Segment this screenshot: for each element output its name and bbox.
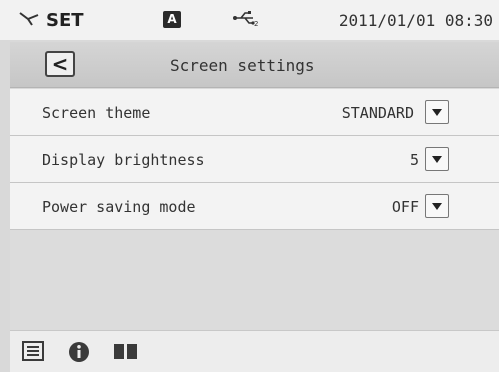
title-bar: < Screen settings	[10, 42, 499, 88]
bottom-toolbar	[10, 330, 499, 372]
setting-row-display-brightness[interactable]: Display brightness 5	[10, 136, 499, 183]
back-button[interactable]: <	[45, 51, 75, 77]
setting-value: OFF	[391, 198, 419, 216]
chevron-down-icon	[432, 109, 442, 116]
datetime: 2011/01/01 08:30	[338, 11, 493, 30]
status-bar: SET A 2 2011/01/01 08:30	[0, 0, 499, 40]
auto-badge: A	[163, 11, 181, 28]
mode-label: SET	[46, 10, 84, 31]
setting-row-screen-theme[interactable]: Screen theme STANDARD	[10, 89, 499, 136]
screen-theme-dropdown-button[interactable]	[425, 100, 449, 124]
content-empty-area	[10, 230, 499, 330]
power-saving-dropdown-button[interactable]	[425, 194, 449, 218]
setting-label: Display brightness	[42, 151, 205, 169]
mode-indicator: SET	[18, 10, 84, 31]
wrench-icon	[18, 10, 40, 31]
chevron-down-icon	[432, 156, 442, 163]
list-icon[interactable]	[22, 341, 44, 365]
setting-label: Power saving mode	[42, 198, 196, 216]
settings-list: Screen theme STANDARD Display brightness…	[10, 89, 499, 230]
display-brightness-dropdown-button[interactable]	[425, 147, 449, 171]
usb-icon: 2	[233, 9, 259, 32]
setting-value: STANDARD	[341, 104, 414, 122]
info-icon[interactable]	[68, 341, 90, 367]
chevron-down-icon	[432, 203, 442, 210]
svg-text:2: 2	[254, 20, 258, 27]
page-title: Screen settings	[170, 56, 315, 75]
setting-row-power-saving-mode[interactable]: Power saving mode OFF	[10, 183, 499, 230]
setting-value: 5	[409, 151, 419, 169]
setting-label: Screen theme	[42, 104, 151, 122]
manual-icon[interactable]	[113, 341, 139, 365]
